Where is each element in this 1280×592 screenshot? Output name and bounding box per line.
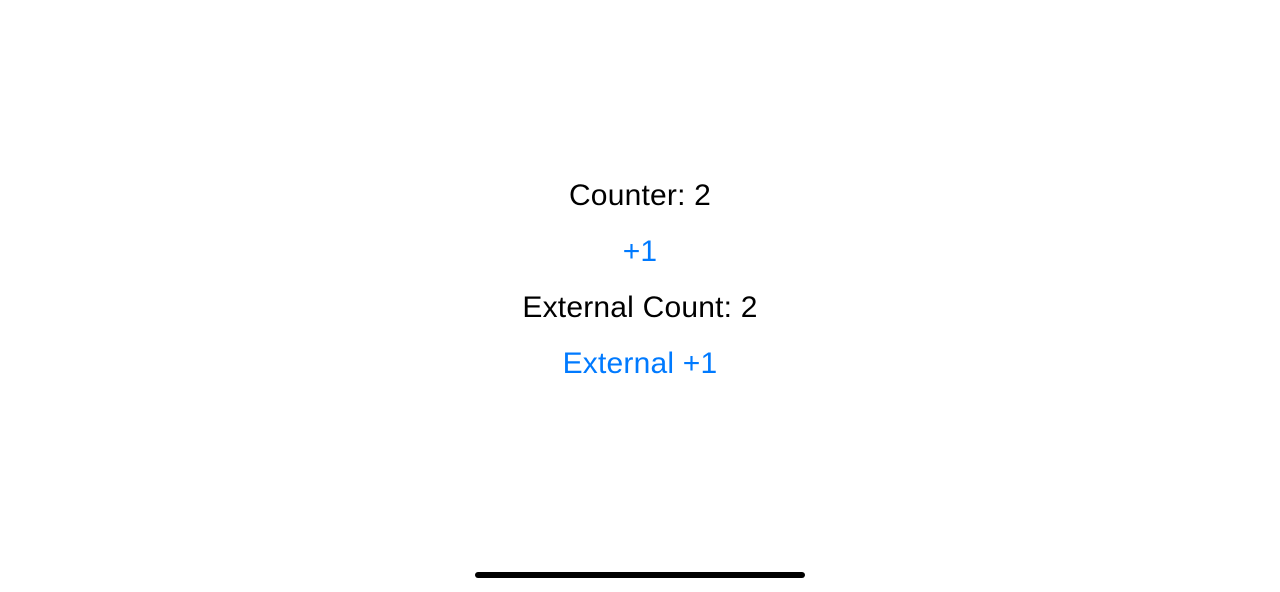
external-counter-label: External Count: 2	[522, 290, 757, 326]
counter-label: Counter: 2	[569, 178, 711, 214]
external-increment-button[interactable]: External +1	[563, 346, 718, 382]
content-stack: Counter: 2 +1 External Count: 2 External…	[522, 178, 757, 382]
home-indicator	[475, 572, 805, 578]
increment-button[interactable]: +1	[623, 234, 658, 270]
